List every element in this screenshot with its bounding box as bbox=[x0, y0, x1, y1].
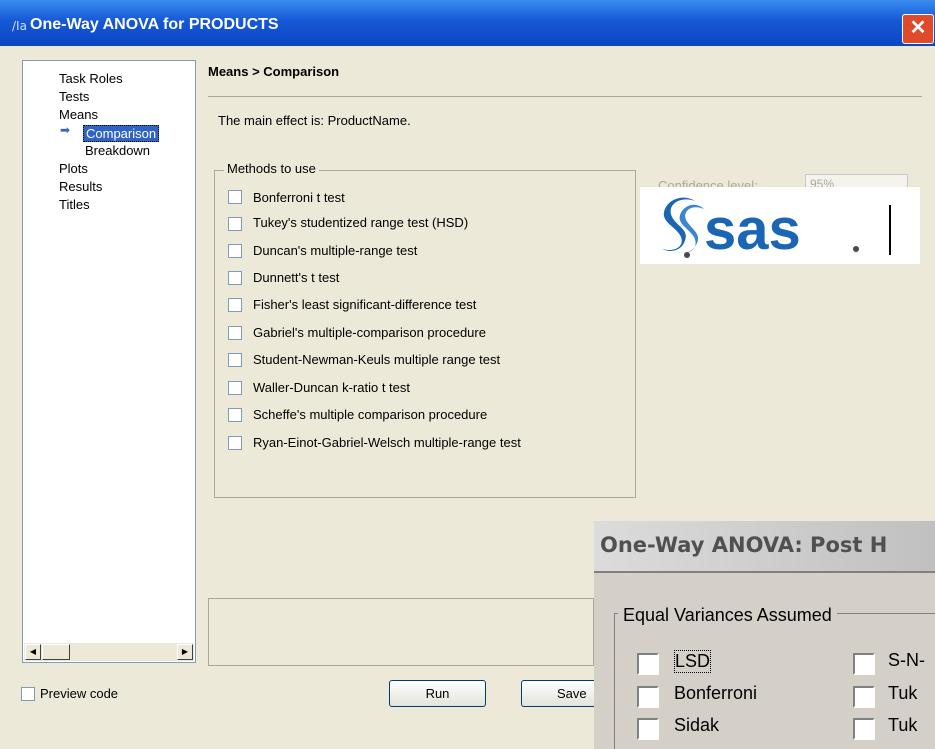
bonferroni-checkbox[interactable] bbox=[228, 190, 242, 204]
sidak-checkbox[interactable] bbox=[637, 718, 659, 740]
save-button[interactable]: Save bbox=[521, 680, 594, 707]
scheffe-label[interactable]: Scheffe's multiple comparison procedure bbox=[253, 407, 487, 422]
close-button[interactable]: ✕ bbox=[902, 14, 934, 44]
equal-variances-groupbox bbox=[614, 613, 935, 749]
bonferroni-label[interactable]: Bonferroni t test bbox=[253, 190, 345, 205]
nav-item-breakdown[interactable]: Breakdown bbox=[85, 143, 150, 158]
sas-logo: sas bbox=[640, 187, 920, 264]
lsd-checkbox[interactable] bbox=[637, 653, 659, 675]
nav-item-tests[interactable]: Tests bbox=[59, 89, 89, 104]
waller-duncan-checkbox[interactable] bbox=[228, 381, 242, 395]
window-title: One-Way ANOVA for PRODUCTS bbox=[30, 16, 279, 33]
tukey-b-label[interactable]: Tuk bbox=[888, 715, 917, 736]
preview-code-label[interactable]: Preview code bbox=[40, 686, 118, 701]
main-effect-text: The main effect is: ProductName. bbox=[218, 113, 411, 128]
sidak-label[interactable]: Sidak bbox=[674, 715, 719, 736]
dunnett-checkbox[interactable] bbox=[228, 271, 242, 285]
nav-item-plots[interactable]: Plots bbox=[59, 161, 88, 176]
bonferroni-dialog-label[interactable]: Bonferroni bbox=[674, 683, 757, 704]
gabriel-label[interactable]: Gabriel's multiple-comparison procedure bbox=[253, 325, 486, 340]
scroll-right-icon[interactable]: ▶ bbox=[177, 644, 193, 660]
nav-item-comparison[interactable]: Comparison bbox=[83, 125, 160, 142]
sas-logo-mark: sas bbox=[662, 197, 891, 262]
nav-tree: Task Roles Tests Means ➡ Comparison Brea… bbox=[22, 60, 196, 663]
post-hoc-dialog: One-Way ANOVA: Post H Equal Variances As… bbox=[594, 521, 935, 749]
waller-duncan-label[interactable]: Waller-Duncan k-ratio t test bbox=[253, 380, 410, 395]
bonferroni-dialog-checkbox[interactable] bbox=[637, 686, 659, 708]
tukey-dialog-checkbox[interactable] bbox=[853, 686, 875, 708]
preview-code-checkbox[interactable] bbox=[21, 687, 35, 701]
nav-item-task-roles[interactable]: Task Roles bbox=[59, 71, 123, 86]
scroll-left-icon[interactable]: ◀ bbox=[25, 644, 41, 660]
description-panel bbox=[208, 598, 594, 666]
dunnett-label[interactable]: Dunnett's t test bbox=[253, 270, 339, 285]
gabriel-checkbox[interactable] bbox=[228, 326, 242, 340]
post-hoc-title: One-Way ANOVA: Post H bbox=[600, 533, 888, 557]
tukey-checkbox[interactable] bbox=[228, 217, 242, 231]
snk-dialog-checkbox[interactable] bbox=[853, 653, 875, 675]
page-title: Means > Comparison bbox=[208, 64, 340, 79]
horizontal-scrollbar[interactable]: ◀ ▶ bbox=[24, 643, 194, 661]
nav-item-means[interactable]: Means bbox=[59, 107, 98, 122]
scheffe-checkbox[interactable] bbox=[228, 408, 242, 422]
scroll-thumb[interactable] bbox=[42, 644, 70, 660]
snk-dialog-label[interactable]: S-N- bbox=[888, 650, 925, 671]
header-divider bbox=[208, 96, 922, 97]
tukey-dialog-label[interactable]: Tuk bbox=[888, 683, 917, 704]
run-button[interactable]: Run bbox=[389, 680, 486, 707]
snk-label[interactable]: Student-Newman-Keuls multiple range test bbox=[253, 352, 500, 367]
fisher-lsd-label[interactable]: Fisher's least significant-difference te… bbox=[253, 297, 476, 312]
title-bar: /Ia One-Way ANOVA for PRODUCTS ✕ bbox=[0, 0, 935, 46]
equal-variances-legend: Equal Variances Assumed bbox=[618, 605, 837, 626]
tukey-b-checkbox[interactable] bbox=[853, 718, 875, 740]
regw-label[interactable]: Ryan-Einot-Gabriel-Welsch multiple-range… bbox=[253, 435, 521, 450]
snk-checkbox[interactable] bbox=[228, 353, 242, 367]
fisher-lsd-checkbox[interactable] bbox=[228, 298, 242, 312]
duncan-checkbox[interactable] bbox=[228, 244, 242, 258]
nav-item-titles[interactable]: Titles bbox=[59, 197, 90, 212]
post-hoc-title-bar: One-Way ANOVA: Post H bbox=[594, 521, 935, 573]
duncan-label[interactable]: Duncan's multiple-range test bbox=[253, 243, 417, 258]
lsd-label[interactable]: LSD bbox=[674, 650, 712, 673]
app-icon: /Ia bbox=[12, 19, 27, 33]
methods-legend: Methods to use bbox=[224, 161, 319, 176]
sas-logo-text: sas bbox=[704, 197, 801, 262]
tukey-label[interactable]: Tukey's studentized range test (HSD) bbox=[253, 215, 468, 230]
regw-checkbox[interactable] bbox=[228, 436, 242, 450]
nav-item-results[interactable]: Results bbox=[59, 179, 102, 194]
arrow-right-icon: ➡ bbox=[60, 123, 71, 137]
